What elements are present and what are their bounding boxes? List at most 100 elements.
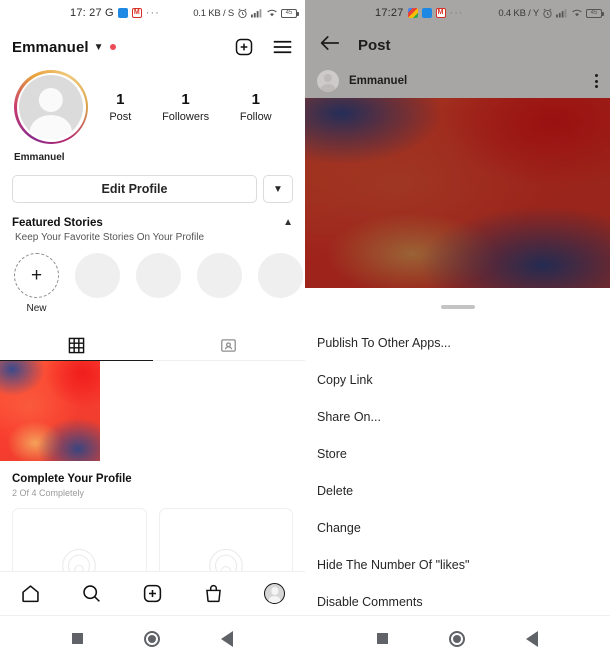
status-bar-right: 0.1 KB / S 45 <box>193 7 299 19</box>
post-thumbnail[interactable] <box>0 361 101 462</box>
sheet-item-share-on[interactable]: Share On... <box>305 399 610 436</box>
drag-handle[interactable] <box>440 305 475 309</box>
more-vertical-icon[interactable] <box>595 74 598 88</box>
sheet-item-delete[interactable]: Delete <box>305 473 610 510</box>
grid-icon <box>68 337 85 353</box>
status-bar: 17:27 ··· 0.4 KB / Y 45 <box>305 0 610 26</box>
status-bar-right: 0.4 KB / Y 45 <box>498 8 604 19</box>
stat-following[interactable]: 1 Follow <box>240 91 272 123</box>
signal-icon <box>251 9 262 18</box>
story-placeholder[interactable] <box>136 253 181 314</box>
stat-followers[interactable]: 1 Followers <box>162 91 209 123</box>
network-speed-label: 0.1 KB / S <box>193 7 234 19</box>
left-pane-profile-screen: 17: 27 G ··· 0.1 KB / S 45 Emmanuel ▼ <box>0 0 305 661</box>
stat-value: 1 <box>181 91 190 108</box>
notification-dot-icon <box>109 44 116 50</box>
profile-actions: Edit Profile ▼ <box>0 163 305 203</box>
active-tab-underline <box>0 359 153 361</box>
sheet-item-change[interactable]: Change <box>305 510 610 547</box>
username-label[interactable]: Emmanuel <box>12 39 89 56</box>
story-placeholder[interactable] <box>197 253 242 314</box>
shop-bag-icon[interactable] <box>203 583 224 604</box>
chevron-up-icon[interactable]: ▲ <box>283 217 293 228</box>
story-circle[interactable] <box>258 253 303 298</box>
stat-value: 1 <box>116 91 125 108</box>
featured-stories-subtitle: Keep Your Favorite Stories On Your Profi… <box>15 232 205 243</box>
avatar <box>264 583 285 604</box>
featured-stories-title: Featured Stories <box>12 217 103 229</box>
square-recents-icon[interactable] <box>72 633 84 644</box>
tab-grid[interactable] <box>0 330 153 360</box>
post-author-row: Emmanuel <box>305 64 610 98</box>
back-arrow-icon[interactable] <box>319 34 340 57</box>
sheet-item-publish-to-other-apps[interactable]: Publish To Other Apps... <box>305 325 610 362</box>
stat-label: Post <box>109 111 132 123</box>
profile-tabs <box>0 330 305 361</box>
avatar-story-ring[interactable] <box>14 70 88 144</box>
avatar-placeholder-icon <box>19 75 83 139</box>
profile-summary: 1 Post 1 Followers 1 Follow <box>0 64 305 144</box>
header-actions <box>233 36 293 58</box>
alarm-icon <box>543 8 552 18</box>
story-circle[interactable] <box>197 253 242 298</box>
status-time: 17: 27 G <box>70 7 114 19</box>
edit-profile-button[interactable]: Edit Profile <box>12 175 257 203</box>
sheet-item-hide-likes[interactable]: Hide The Number Of "likes" <box>305 547 610 584</box>
grid-empty-cell <box>102 361 203 462</box>
status-overflow-icon: ··· <box>449 7 464 19</box>
chevron-down-icon[interactable]: ▼ <box>94 42 104 53</box>
profile-more-dropdown-button[interactable]: ▼ <box>263 175 293 203</box>
featured-stories-row: + New <box>12 253 303 314</box>
profile-header: Emmanuel ▼ <box>0 26 305 64</box>
circle-home-icon[interactable] <box>448 630 465 647</box>
plus-square-icon[interactable] <box>233 36 255 58</box>
wifi-icon <box>572 9 582 17</box>
bottom-navigation-bar <box>0 571 305 615</box>
story-circle[interactable] <box>75 253 120 298</box>
grid-empty-cell <box>204 361 305 462</box>
complete-profile-title: Complete Your Profile <box>12 473 132 486</box>
telegram-icon <box>421 8 432 18</box>
status-overflow-icon: ··· <box>145 7 160 19</box>
story-new-label: New <box>26 303 47 314</box>
post-image <box>305 98 610 288</box>
featured-stories-header: Featured Stories ▲ <box>12 217 293 229</box>
status-bar: 17: 27 G ··· 0.1 KB / S 45 <box>0 0 305 26</box>
signal-icon <box>556 9 567 18</box>
story-new-item[interactable]: + New <box>14 253 59 314</box>
stat-label: Followers <box>162 111 210 123</box>
square-recents-icon[interactable] <box>377 633 389 644</box>
triangle-back-icon[interactable] <box>525 630 538 647</box>
page-title: Post <box>358 36 391 54</box>
search-icon[interactable] <box>81 583 102 604</box>
gmail-icon <box>131 8 142 18</box>
stat-posts[interactable]: 1 Post <box>109 91 131 123</box>
story-placeholder[interactable] <box>258 253 303 314</box>
tagged-person-icon <box>221 338 237 352</box>
avatar[interactable] <box>16 72 86 142</box>
story-circle[interactable] <box>136 253 181 298</box>
battery-icon: 45 <box>281 8 299 18</box>
tab-tagged[interactable] <box>153 330 306 360</box>
story-placeholder[interactable] <box>75 253 120 314</box>
android-system-nav <box>305 615 610 661</box>
plus-icon[interactable]: + <box>14 253 59 298</box>
avatar[interactable] <box>317 70 339 92</box>
triangle-back-icon[interactable] <box>220 630 233 647</box>
sheet-item-store[interactable]: Store <box>305 436 610 473</box>
telegram-icon <box>117 8 128 18</box>
sheet-item-copy-link[interactable]: Copy Link <box>305 362 610 399</box>
post-options-bottom-sheet: Publish To Other Apps... Copy Link Share… <box>305 295 610 615</box>
complete-profile-section: Complete Your Profile 2 Of 4 Completely <box>0 461 305 589</box>
google-icon <box>407 8 418 18</box>
home-icon[interactable] <box>20 583 41 604</box>
post-author-name[interactable]: Emmanuel <box>349 75 407 87</box>
profile-stats: 1 Post 1 Followers 1 Follow <box>88 91 291 123</box>
hamburger-menu-icon[interactable] <box>271 36 293 58</box>
android-system-nav <box>0 615 305 661</box>
profile-avatar-icon[interactable] <box>264 583 285 604</box>
right-pane-post-screen: 17:27 ··· 0.4 KB / Y 45 Post Emmanuel <box>305 0 610 661</box>
circle-home-icon[interactable] <box>143 630 160 647</box>
dual-screenshot-composite: 17: 27 G ··· 0.1 KB / S 45 Emmanuel ▼ <box>0 0 610 661</box>
add-post-icon[interactable] <box>142 583 163 604</box>
